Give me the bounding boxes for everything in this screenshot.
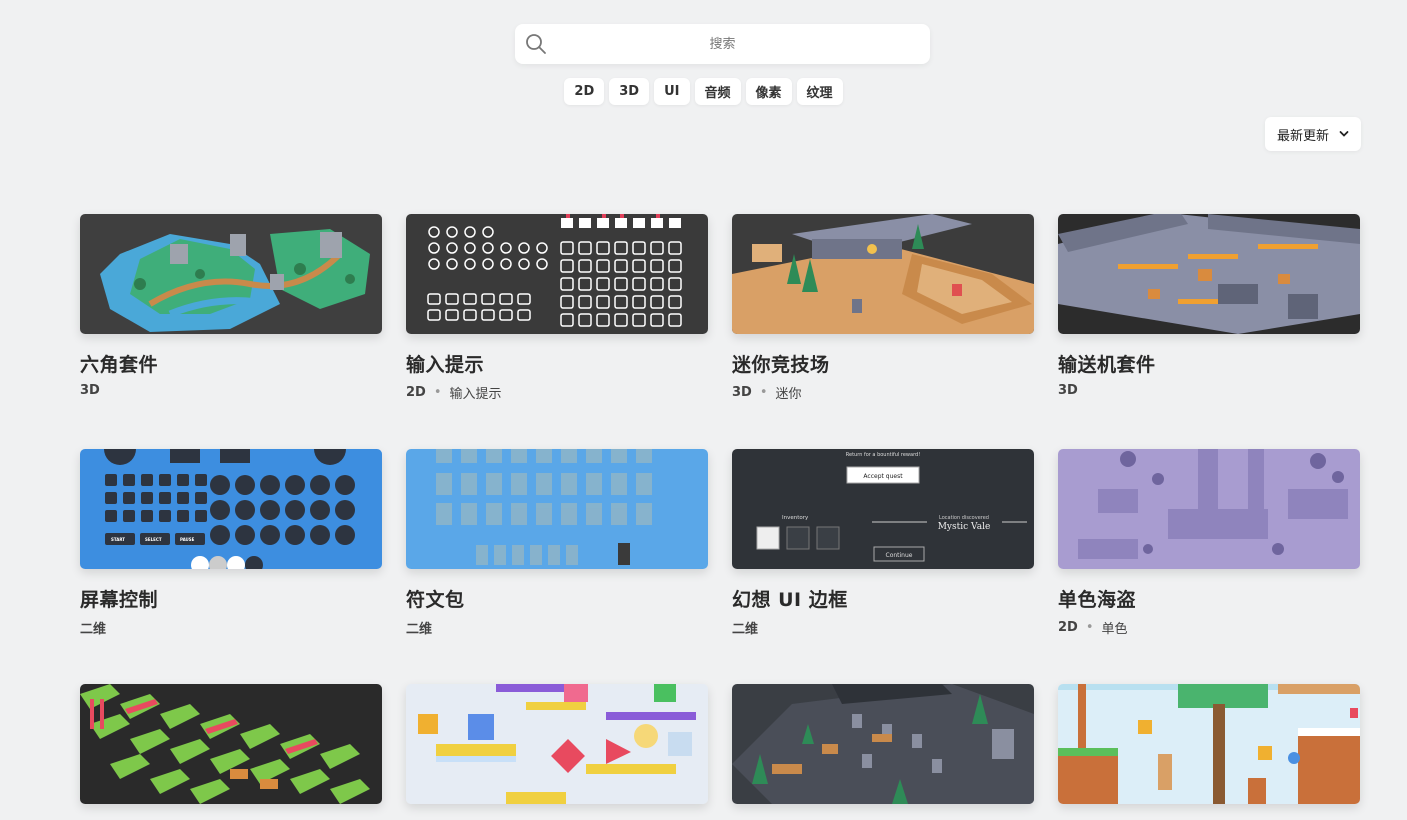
tag-audio[interactable]: 音频 — [694, 78, 741, 105]
asset-card-row3-3[interactable] — [732, 684, 1034, 820]
tag-3d[interactable]: 3D — [609, 78, 650, 105]
card-title: 迷你竞技场 — [732, 354, 830, 376]
card-subtag: 输入提示 — [449, 387, 502, 402]
meta-separator: • — [1085, 620, 1094, 635]
card-tag: 二维 — [80, 622, 107, 637]
card-tag: 二维 — [732, 622, 759, 637]
card-title: 屏幕控制 — [80, 589, 159, 611]
card-subtag: 迷你 — [775, 387, 802, 402]
card-title: 单色海盗 — [1058, 589, 1137, 611]
fantasy-continue-text: Continue — [886, 552, 913, 559]
thumbnail-fantasy-ui-borders: Return for a bountiful reward! Accept qu… — [732, 449, 1034, 569]
card-title: 输送机套件 — [1058, 354, 1156, 376]
thumbnail-mini-arena — [732, 214, 1034, 334]
asset-card-mini-arena[interactable]: 迷你竞技场 3D • 迷你 — [732, 214, 1034, 402]
card-meta: 3D • 迷你 — [732, 383, 1034, 402]
card-title: 六角套件 — [80, 354, 159, 376]
controls-start-label: START — [111, 537, 125, 542]
search-input[interactable] — [515, 23, 930, 65]
search-bar[interactable] — [515, 23, 930, 65]
thumbnail-screen-controls: START SELECT PAUSE — [80, 449, 382, 569]
card-subtag: 单色 — [1101, 622, 1128, 637]
card-tag: 3D — [732, 385, 752, 400]
card-title: 幻想 UI 边框 — [732, 589, 848, 611]
card-meta: 二维 — [732, 618, 1034, 637]
tag-ui[interactable]: UI — [654, 78, 690, 105]
thumbnail-rune-pack — [406, 449, 708, 569]
tag-2d[interactable]: 2D — [564, 78, 605, 105]
asset-card-row3-4[interactable] — [1058, 684, 1360, 820]
asset-card-input-prompts[interactable]: 输入提示 2D • 输入提示 — [406, 214, 708, 402]
card-meta: 3D — [80, 383, 382, 398]
card-tag: 3D — [80, 383, 100, 398]
controls-select-label: SELECT — [145, 537, 162, 542]
card-meta: 3D — [1058, 383, 1360, 398]
asset-card-screen-controls[interactable]: START SELECT PAUSE 屏幕控制 二维 — [80, 449, 382, 637]
meta-separator: • — [433, 385, 442, 400]
asset-card-row3-2[interactable] — [406, 684, 708, 820]
card-meta: 2D • 单色 — [1058, 618, 1360, 637]
asset-card-rune-pack[interactable]: 符文包 二维 — [406, 449, 708, 637]
search-icon — [526, 34, 546, 54]
thumbnail-hexagon-kit — [80, 214, 382, 334]
tag-texture[interactable]: 纹理 — [796, 78, 843, 105]
tag-filter-bar: 2D 3D UI 音频 像素 纹理 — [0, 78, 1407, 105]
thumbnail-pixel-platformer — [1058, 684, 1360, 804]
tag-pixel[interactable]: 像素 — [745, 78, 792, 105]
asset-card-hexagon-kit[interactable]: 六角套件 3D — [80, 214, 382, 398]
asset-card-monochrome-pirates[interactable]: 单色海盗 2D • 单色 — [1058, 449, 1360, 637]
card-title: 输入提示 — [406, 354, 485, 376]
thumbnail-green-grid — [80, 684, 382, 804]
card-tag: 2D — [1058, 620, 1078, 635]
sort-label: 最新更新 — [1276, 128, 1329, 144]
controls-pause-label: PAUSE — [180, 537, 195, 542]
thumbnail-shapes-platformer — [406, 684, 708, 804]
fantasy-place-text: Mystic Vale — [938, 522, 991, 532]
fantasy-accept-text: Accept quest — [863, 473, 903, 480]
thumbnail-conveyor-kit — [1058, 214, 1360, 334]
card-tag: 2D — [406, 385, 426, 400]
asset-card-fantasy-ui-borders[interactable]: Return for a bountiful reward! Accept qu… — [732, 449, 1034, 637]
card-title: 符文包 — [406, 589, 465, 611]
card-meta: 二维 — [406, 618, 708, 637]
card-tag: 3D — [1058, 383, 1078, 398]
card-meta: 2D • 输入提示 — [406, 383, 708, 402]
card-meta: 二维 — [80, 618, 382, 637]
thumbnail-input-prompts — [406, 214, 708, 334]
asset-card-conveyor-kit[interactable]: 输送机套件 3D — [1058, 214, 1360, 398]
card-tag: 二维 — [406, 622, 433, 637]
thumbnail-graveyard — [732, 684, 1034, 804]
sort-dropdown[interactable]: 最新更新 — [1265, 117, 1361, 151]
fantasy-location-text: Location discovered — [939, 515, 989, 521]
chevron-down-icon — [1339, 131, 1349, 137]
fantasy-reward-text: Return for a bountiful reward! — [846, 452, 920, 458]
thumbnail-monochrome-pirates — [1058, 449, 1360, 569]
meta-separator: • — [759, 385, 768, 400]
fantasy-inventory-text: Inventory — [782, 515, 809, 521]
asset-card-row3-1[interactable] — [80, 684, 382, 820]
